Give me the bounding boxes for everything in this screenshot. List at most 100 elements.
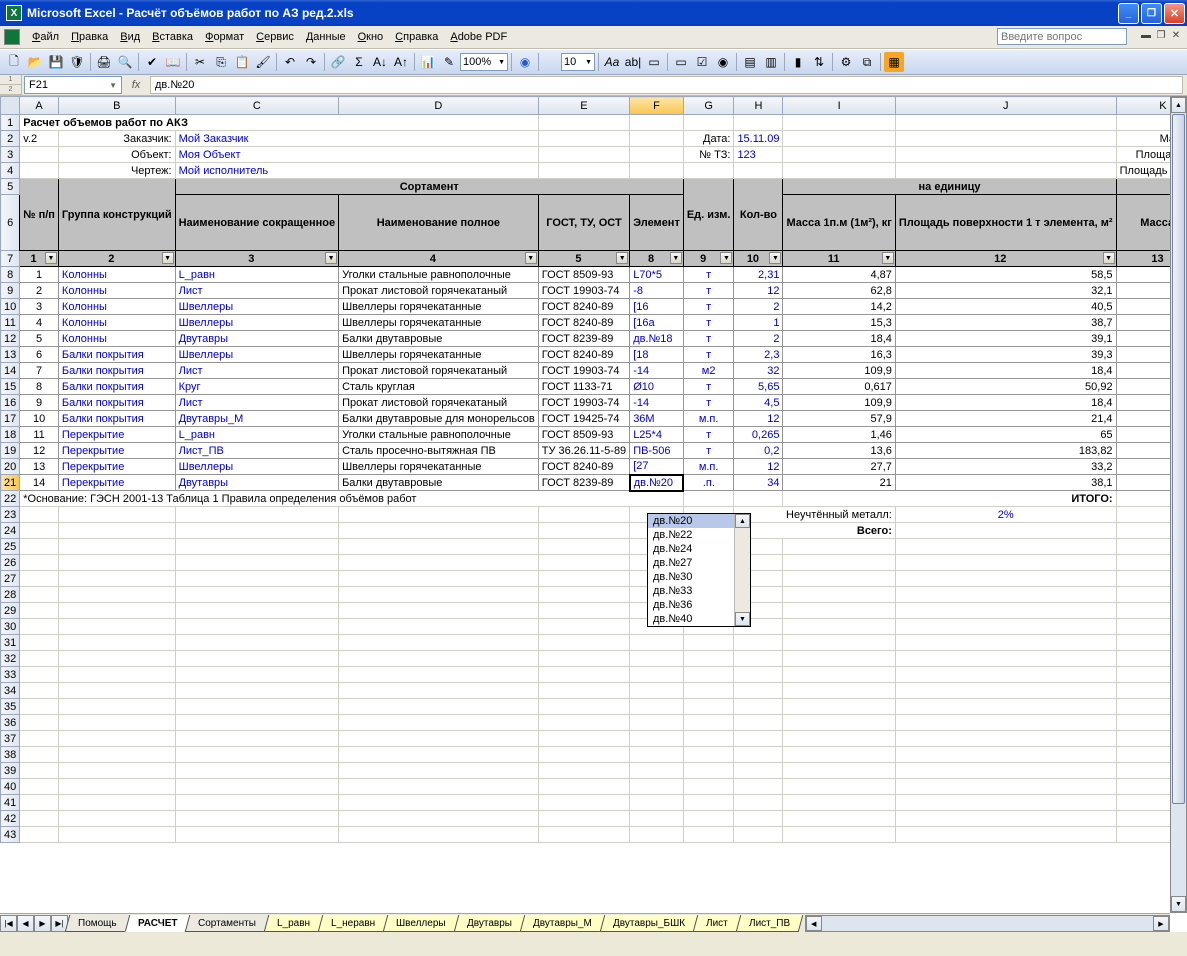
row-header[interactable]: 38 xyxy=(1,747,20,763)
filter-arrow-icon[interactable]: ▼ xyxy=(882,252,894,264)
save-icon[interactable]: 💾 xyxy=(46,52,66,72)
spelling-icon[interactable]: ✔ xyxy=(142,52,162,72)
row-header[interactable]: 23 xyxy=(1,507,20,523)
menu-Файл[interactable]: Файл xyxy=(26,29,65,45)
filter-arrow-icon[interactable]: ▼ xyxy=(616,252,628,264)
menu-Окно[interactable]: Окно xyxy=(352,29,390,45)
research-icon[interactable]: 📖 xyxy=(163,52,183,72)
cell-dropdown-list[interactable]: дв.№20дв.№22дв.№24дв.№27дв.№30дв.№33дв.№… xyxy=(647,513,751,627)
row-header[interactable]: 1 xyxy=(1,115,20,131)
option-icon[interactable]: ◉ xyxy=(713,52,733,72)
undo-icon[interactable]: ↶ xyxy=(280,52,300,72)
row-header[interactable]: 16 xyxy=(1,395,20,411)
filter-arrow-icon[interactable]: ▼ xyxy=(1103,252,1115,264)
open-icon[interactable]: 📂 xyxy=(25,52,45,72)
row-header[interactable]: 21 xyxy=(1,475,20,491)
col-header-F[interactable]: F xyxy=(630,97,684,115)
filter-arrow-icon[interactable]: ▼ xyxy=(670,252,682,264)
checkbox-icon[interactable]: ☑ xyxy=(692,52,712,72)
sheet-tab-Двутавры_БШК[interactable]: Двутавры_БШК xyxy=(599,915,698,932)
menu-Формат[interactable]: Формат xyxy=(199,29,250,45)
minimize-button[interactable]: _ xyxy=(1118,3,1139,24)
row-header[interactable]: 28 xyxy=(1,587,20,603)
col-header-C[interactable]: C xyxy=(175,97,338,115)
row-header[interactable]: 27 xyxy=(1,571,20,587)
toggle-grid-icon[interactable]: ▦ xyxy=(884,52,904,72)
mdi-close-button[interactable]: ✕ xyxy=(1169,28,1183,42)
doc-icon[interactable] xyxy=(4,29,20,45)
col-header-D[interactable]: D xyxy=(339,97,539,115)
sheet-tab-Двутавры_М[interactable]: Двутавры_М xyxy=(520,915,605,932)
filter-arrow-icon[interactable]: ▼ xyxy=(45,252,57,264)
row-header[interactable]: 13 xyxy=(1,347,20,363)
menu-Вставка[interactable]: Вставка xyxy=(146,29,199,45)
active-cell[interactable]: дв.№20▼ xyxy=(630,475,684,491)
row-header[interactable]: 8 xyxy=(1,267,20,283)
col-header-E[interactable]: E xyxy=(538,97,629,115)
dropdown-scroll-up-icon[interactable]: ▲ xyxy=(735,514,750,528)
filter-arrow-icon[interactable]: ▼ xyxy=(162,252,174,264)
redo-icon[interactable]: ↷ xyxy=(301,52,321,72)
mdi-restore-button[interactable]: ❐ xyxy=(1154,28,1168,42)
sheet-tab-Двутавры[interactable]: Двутавры xyxy=(454,915,526,932)
sheet-tab-РАСЧЕТ[interactable]: РАСЧЕТ xyxy=(124,915,190,932)
row-header[interactable]: 12 xyxy=(1,331,20,347)
row-header[interactable]: 17 xyxy=(1,411,20,427)
filter-arrow-icon[interactable]: ▼ xyxy=(325,252,337,264)
row-header[interactable]: 34 xyxy=(1,683,20,699)
row-header[interactable]: 7 xyxy=(1,251,20,267)
row-header[interactable]: 18 xyxy=(1,427,20,443)
row-header[interactable]: 26 xyxy=(1,555,20,571)
sheet-tab-Лист_ПВ[interactable]: Лист_ПВ xyxy=(735,915,803,932)
name-box[interactable]: F21▼ xyxy=(24,76,122,94)
row-header[interactable]: 37 xyxy=(1,731,20,747)
listbox-icon[interactable]: ▤ xyxy=(740,52,760,72)
row-header[interactable]: 40 xyxy=(1,779,20,795)
col-header-J[interactable]: J xyxy=(895,97,1116,115)
spinner-icon[interactable]: ⇅ xyxy=(809,52,829,72)
menu-Adobe PDF[interactable]: Adobe PDF xyxy=(444,29,513,45)
row-header[interactable]: 36 xyxy=(1,715,20,731)
code-icon[interactable]: ⧉ xyxy=(857,52,877,72)
sheet-tab-Лист[interactable]: Лист xyxy=(693,915,741,932)
label-icon[interactable]: Aa xyxy=(602,52,622,72)
filter-arrow-icon[interactable]: ▼ xyxy=(525,252,537,264)
sheet-tab-L_равн[interactable]: L_равн xyxy=(264,915,324,932)
tab-nav-button[interactable]: ◀ xyxy=(17,915,34,932)
maximize-button[interactable]: ❐ xyxy=(1141,3,1162,24)
scroll-left-icon[interactable]: ◀ xyxy=(806,916,822,931)
ask-question-box[interactable] xyxy=(997,28,1127,45)
menu-Правка[interactable]: Правка xyxy=(65,29,114,45)
permissions-icon[interactable]: 🛡 xyxy=(67,52,87,72)
paste-icon[interactable]: 📋 xyxy=(232,52,252,72)
row-btn-1[interactable]: 1 xyxy=(0,75,21,85)
row-header[interactable]: 19 xyxy=(1,443,20,459)
formula-input[interactable]: дв.№20 xyxy=(150,76,1183,94)
sheet-tab-Швеллеры[interactable]: Швеллеры xyxy=(383,915,459,932)
format-painter-icon[interactable]: 🖌 xyxy=(253,52,273,72)
hyperlink-icon[interactable]: 🔗 xyxy=(328,52,348,72)
row-header[interactable]: 24 xyxy=(1,523,20,539)
tab-nav-button[interactable]: ▶ xyxy=(34,915,51,932)
dropdown-scroll-down-icon[interactable]: ▼ xyxy=(735,612,750,626)
tab-nav-button[interactable]: |◀ xyxy=(0,915,17,932)
col-header-H[interactable]: H xyxy=(734,97,783,115)
scroll-up-icon[interactable]: ▲ xyxy=(1171,97,1186,113)
fx-icon[interactable]: fx xyxy=(122,79,150,91)
row-header[interactable]: 2 xyxy=(1,131,20,147)
horizontal-scrollbar[interactable]: ◀ ▶ xyxy=(805,915,1170,932)
col-header-B[interactable]: B xyxy=(58,97,175,115)
row-header[interactable]: 4 xyxy=(1,163,20,179)
row-header[interactable]: 5 xyxy=(1,179,20,195)
menu-Справка[interactable]: Справка xyxy=(389,29,444,45)
scroll-down-icon[interactable]: ▼ xyxy=(1171,896,1186,912)
row-header[interactable]: 39 xyxy=(1,763,20,779)
row-header[interactable]: 29 xyxy=(1,603,20,619)
mdi-minimize-button[interactable]: ▬ xyxy=(1139,28,1153,42)
new-icon[interactable]: 🗋 xyxy=(4,52,24,72)
row-header[interactable]: 30 xyxy=(1,619,20,635)
row-btn-2[interactable]: 2 xyxy=(0,85,21,95)
print-preview-icon[interactable]: 🔍 xyxy=(115,52,135,72)
help-icon[interactable]: ◉ xyxy=(515,52,535,72)
row-header[interactable]: 35 xyxy=(1,699,20,715)
